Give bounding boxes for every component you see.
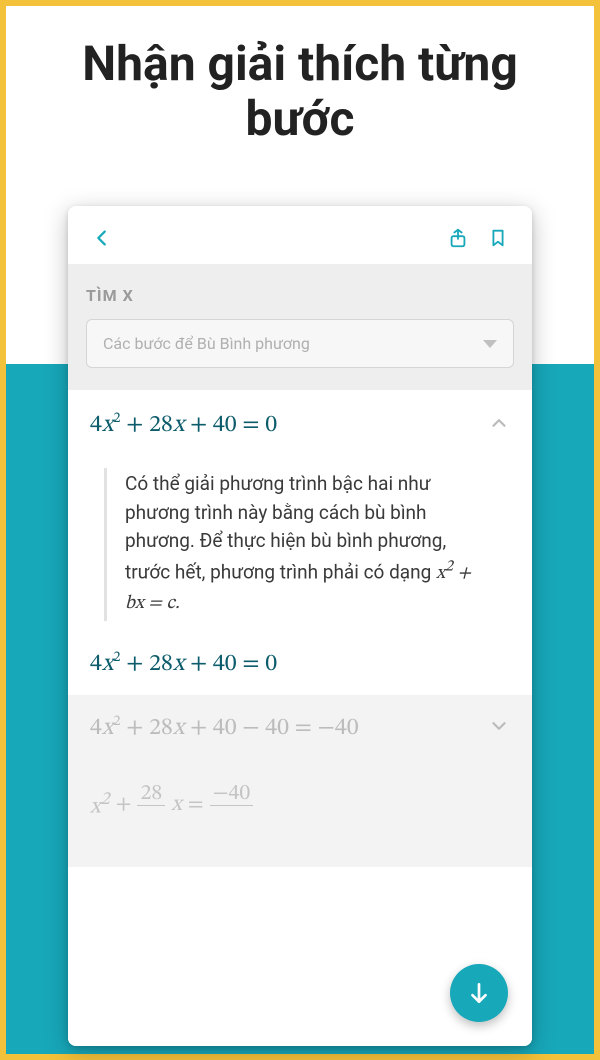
plus-sign: + xyxy=(116,791,132,819)
header-grey-panel: TÌM X Các bước để Bù Bình phương xyxy=(68,264,532,390)
scroll-down-fab[interactable] xyxy=(450,964,508,1022)
share-icon[interactable] xyxy=(444,224,472,252)
step-2-equation: 4x2 + 28x + 40 = 0 xyxy=(90,649,510,679)
step-4-equation: x2 + 28 x = −40 xyxy=(90,753,510,827)
step-1-equation: 4x2 + 28x + 40 = 0 xyxy=(90,410,277,440)
fraction-2: −40 xyxy=(210,783,254,827)
steps-content: 4x2 + 28x + 40 = 0 Có thể giải phương tr… xyxy=(68,390,532,1046)
step-1-header[interactable]: 4x2 + 28x + 40 = 0 xyxy=(68,390,532,450)
headline: Nhận giải thích từng bước xyxy=(6,6,594,166)
top-bar xyxy=(68,206,532,264)
promo-frame: Nhận giải thích từng bước TÌM X xyxy=(0,0,600,1060)
dropdown-selected: Các bước để Bù Bình phương xyxy=(103,334,310,353)
chevron-down-icon xyxy=(488,715,510,741)
chevron-down-icon xyxy=(483,340,497,348)
step-3-header[interactable]: 4x2 + 28x + 40 − 40 = −40 xyxy=(90,713,510,753)
frac-x: x xyxy=(171,791,182,819)
step-1-explanation: Có thể giải phương trình bậc hai như phư… xyxy=(104,468,504,621)
section-label: TÌM X xyxy=(86,286,514,305)
collapsed-steps-panel: 4x2 + 28x + 40 − 40 = −40 x2 + 28 x = xyxy=(68,695,532,867)
fraction-1: 28 xyxy=(137,783,165,827)
phone-mock: TÌM X Các bước để Bù Bình phương 4x2 + 2… xyxy=(68,206,532,1046)
frac-x2: x2 xyxy=(90,789,110,821)
back-button[interactable] xyxy=(88,224,116,252)
method-dropdown[interactable]: Các bước để Bù Bình phương xyxy=(86,319,514,368)
bookmark-icon[interactable] xyxy=(484,224,512,252)
explanation-text: Có thể giải phương trình bậc hai như phư… xyxy=(125,472,446,583)
equals-sign: = xyxy=(188,791,204,819)
step-2: 4x2 + 28x + 40 = 0 xyxy=(68,643,532,695)
step-3-equation: 4x2 + 28x + 40 − 40 = −40 xyxy=(90,713,359,743)
chevron-up-icon xyxy=(488,412,510,438)
